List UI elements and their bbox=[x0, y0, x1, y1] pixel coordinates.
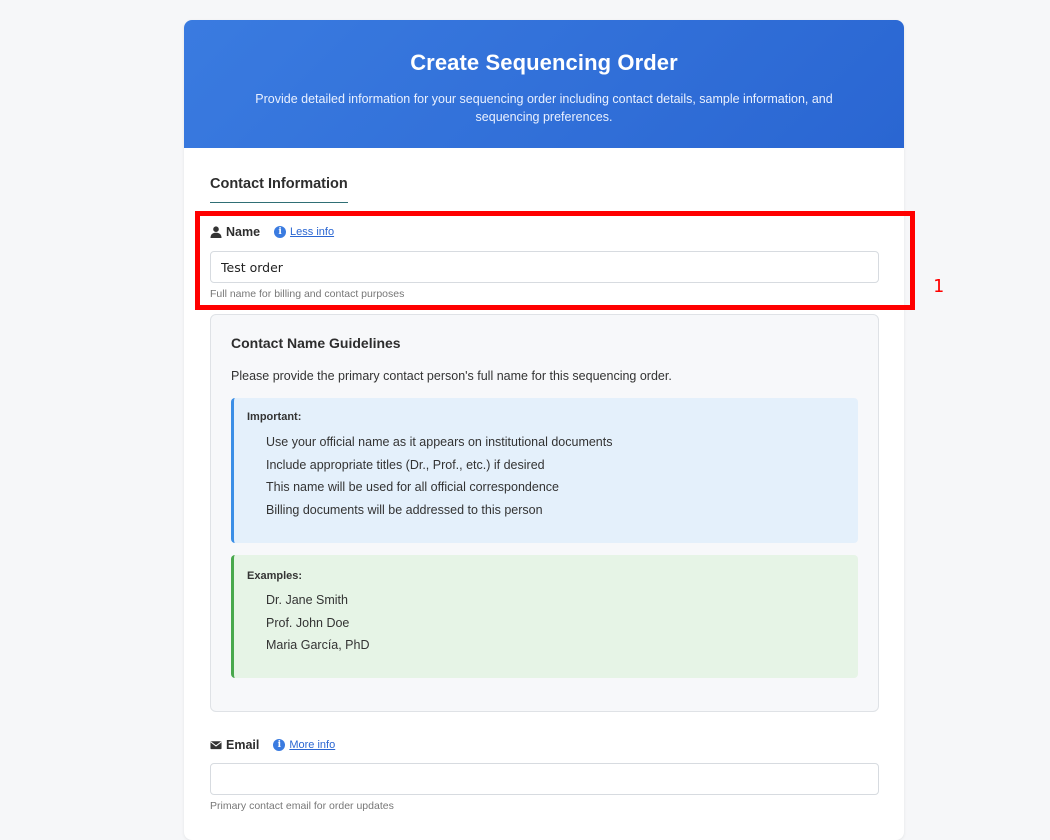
guidelines-intro: Please provide the primary contact perso… bbox=[231, 369, 672, 383]
examples-list: Dr. Jane Smith Prof. John Doe Maria Garc… bbox=[247, 589, 842, 657]
email-label: Email bbox=[226, 738, 260, 752]
name-input[interactable] bbox=[210, 251, 879, 283]
name-label-row: Name i Less info bbox=[210, 223, 879, 241]
name-field-group: Name i Less info Full name for billing a… bbox=[210, 223, 879, 300]
contact-name-guidelines: Contact Name Guidelines Please provide t… bbox=[210, 314, 879, 712]
email-input[interactable] bbox=[210, 763, 879, 795]
examples-title: Examples: bbox=[247, 570, 303, 582]
important-callout: Important: Use your official name as it … bbox=[231, 398, 858, 543]
name-label: Name bbox=[226, 225, 261, 239]
list-item: Prof. John Doe bbox=[266, 615, 350, 630]
email-label-row: Email i More info bbox=[210, 736, 879, 754]
email-field-group: Email i More info Primary contact email … bbox=[210, 736, 879, 812]
list-item: Dr. Jane Smith bbox=[266, 593, 348, 607]
email-hint: Primary contact email for order updates bbox=[210, 800, 394, 812]
list-item: Include appropriate titles (Dr., Prof., … bbox=[266, 457, 545, 472]
annotation-number: 1 bbox=[933, 276, 944, 297]
list-item: Billing documents will be addressed to t… bbox=[266, 502, 543, 517]
important-title: Important: bbox=[247, 411, 302, 423]
info-icon[interactable]: i bbox=[273, 739, 286, 751]
envelope-icon bbox=[210, 739, 222, 751]
important-list: Use your official name as it appears on … bbox=[247, 431, 842, 521]
form-header: Create Sequencing Order Provide detailed… bbox=[184, 20, 904, 148]
list-item: Maria García, PhD bbox=[266, 638, 370, 652]
guidelines-title: Contact Name Guidelines bbox=[231, 335, 401, 351]
page-subtitle: Provide detailed information for your se… bbox=[255, 92, 833, 124]
order-form-card: Create Sequencing Order Provide detailed… bbox=[184, 20, 904, 840]
email-more-info-link[interactable]: More info bbox=[289, 739, 335, 751]
examples-callout: Examples: Dr. Jane Smith Prof. John Doe … bbox=[231, 555, 858, 678]
user-icon bbox=[210, 226, 222, 238]
list-item: This name will be used for all official … bbox=[266, 480, 559, 494]
name-less-info-link[interactable]: Less info bbox=[290, 226, 334, 238]
info-icon[interactable]: i bbox=[274, 226, 287, 238]
page-title: Create Sequencing Order bbox=[410, 50, 678, 75]
list-item: Use your official name as it appears on … bbox=[266, 435, 613, 449]
section-title-contact: Contact Information bbox=[210, 176, 348, 203]
name-hint: Full name for billing and contact purpos… bbox=[210, 288, 405, 300]
